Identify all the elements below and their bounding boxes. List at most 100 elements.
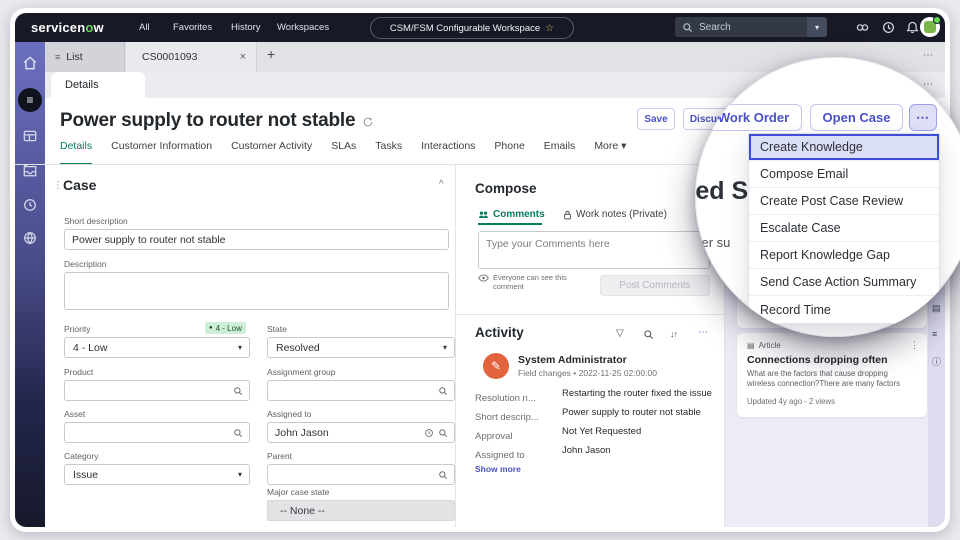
parent-input[interactable] [268, 468, 438, 481]
tab-customer-activity[interactable]: Customer Activity [231, 140, 312, 165]
close-tab-icon[interactable]: × [240, 51, 256, 63]
activity-row-label: Short descrip... [475, 412, 539, 423]
priority-value: 4 - Low [73, 341, 108, 354]
tab-bar-more-icon[interactable]: ⋯ [923, 50, 934, 61]
list-view-icon[interactable]: ≡ [18, 88, 42, 112]
global-search[interactable]: Search ▾ [675, 17, 827, 37]
menu-item-compose-email[interactable]: Compose Email [749, 161, 939, 188]
post-comments-button[interactable]: Post Comments [600, 275, 710, 296]
activity-row-value: Restarting the router fixed the issue [562, 388, 712, 399]
workspace-grid-icon[interactable] [22, 128, 38, 144]
filter-icon[interactable]: ▽ [616, 328, 624, 339]
menu-item-create-knowledge[interactable]: Create Knowledge [749, 134, 939, 161]
nav-item-workspaces[interactable]: Workspaces [277, 22, 329, 33]
recent-clock-icon[interactable] [22, 197, 38, 213]
category-select[interactable]: Issue ▾ [64, 464, 250, 485]
sort-icon[interactable]: ↓↑ [670, 329, 678, 339]
record-tab-label: CS0001093 [142, 51, 198, 63]
lookup-icon[interactable] [438, 428, 448, 438]
show-more-link[interactable]: Show more [475, 464, 521, 474]
work-notes-tab[interactable]: Work notes (Private) [563, 209, 667, 220]
lookup-icon[interactable] [438, 386, 448, 396]
activity-avatar: ✎ [483, 353, 509, 379]
tab-details[interactable]: Details [51, 72, 145, 98]
major-case-state-label: Major case state [267, 487, 330, 497]
assigned-to-field[interactable] [267, 422, 455, 443]
asset-input[interactable] [65, 426, 233, 439]
favorite-star-icon[interactable]: ☆ [545, 23, 554, 34]
help-clock-icon[interactable] [881, 20, 896, 35]
activity-meta: Field changes • 2022-11-25 02:00:00 [518, 368, 657, 378]
recent-clock-icon[interactable] [424, 428, 434, 438]
activity-row-label: Assigned to [475, 450, 525, 461]
lookup-icon[interactable] [233, 428, 243, 438]
title-refresh-icon[interactable] [362, 116, 374, 128]
more-actions-button[interactable]: ⋯ [909, 104, 937, 131]
drag-handle-icon[interactable]: ⋮ [53, 180, 63, 191]
short-description-input[interactable] [65, 233, 448, 246]
activity-more-icon[interactable]: ⋯ [698, 327, 709, 338]
description-input[interactable] [64, 272, 449, 310]
product-input[interactable] [65, 384, 233, 397]
tab-list[interactable]: ≡ List [45, 42, 125, 72]
menu-item-record-time[interactable]: Record Time [749, 296, 939, 323]
tab-emails[interactable]: Emails [544, 140, 576, 165]
panel-more-icon[interactable]: ⋯ [923, 79, 934, 90]
comments-tab-label: Comments [493, 209, 545, 220]
tab-interactions[interactable]: Interactions [421, 140, 475, 165]
assigned-to-input[interactable] [268, 426, 424, 439]
visibility-note-line2: comment [493, 282, 524, 291]
tab-tasks[interactable]: Tasks [375, 140, 402, 165]
tab-record-cs0001093[interactable]: CS0001093 × [126, 42, 257, 72]
collapse-chevron-icon[interactable]: ^ [439, 179, 444, 190]
notifications-bell-icon[interactable] [905, 20, 920, 35]
menu-item-escalate-case[interactable]: Escalate Case [749, 215, 939, 242]
user-avatar[interactable] [920, 16, 941, 37]
priority-select[interactable]: 4 - Low ▾ [64, 337, 250, 358]
article-card[interactable]: ▤ Article ⋮ Connections dropping often W… [737, 333, 927, 417]
nav-item-all[interactable]: All [139, 22, 150, 33]
tab-slas[interactable]: SLAs [331, 140, 356, 165]
search-text-fragment: ver su [695, 235, 731, 250]
assignment-group-field[interactable] [267, 380, 455, 401]
parent-field[interactable] [267, 464, 455, 485]
home-icon[interactable] [22, 55, 38, 71]
article-more-icon[interactable]: ⋮ [910, 340, 919, 351]
open-case-button[interactable]: Open Case [810, 104, 903, 131]
nav-item-favorites[interactable]: Favorites [173, 22, 212, 33]
tab-customer-information[interactable]: Customer Information [111, 140, 212, 165]
dashboard-globe-icon[interactable] [22, 230, 38, 246]
assignment-group-input[interactable] [268, 384, 438, 397]
comment-textarea[interactable] [478, 231, 710, 269]
menu-item-send-case-action-summary[interactable]: Send Case Action Summary [749, 269, 939, 296]
tab-details-form[interactable]: Details [60, 140, 93, 165]
product-field[interactable] [64, 380, 250, 401]
activity-search-icon[interactable] [643, 329, 654, 340]
save-button[interactable]: Save [637, 108, 675, 130]
lookup-icon[interactable] [233, 386, 243, 396]
state-value: Resolved [276, 341, 320, 354]
lookup-icon[interactable] [438, 470, 448, 480]
logo-o: o [85, 20, 94, 35]
add-tab-button[interactable]: + [267, 46, 275, 62]
state-select[interactable]: Resolved ▾ [267, 337, 455, 358]
search-input[interactable]: Search [699, 22, 731, 33]
nav-item-history[interactable]: History [231, 22, 261, 33]
workspace-pill[interactable]: CSM/FSM Configurable Workspace ☆ [370, 17, 574, 39]
tab-phone[interactable]: Phone [494, 140, 524, 165]
servicenow-logo[interactable]: servicenow [31, 20, 104, 35]
rail-list-icon[interactable]: ≡ [932, 329, 937, 339]
search-icon [683, 22, 693, 32]
work-order-button[interactable]: Work Order [705, 104, 802, 131]
rail-info-icon[interactable]: ⓘ [932, 355, 941, 368]
article-title[interactable]: Connections dropping often [747, 354, 888, 366]
search-scope-dropdown[interactable]: ▾ [807, 17, 827, 37]
asset-field[interactable] [64, 422, 250, 443]
tab-more[interactable]: More ▾ [594, 140, 626, 165]
comments-tab[interactable]: Comments [478, 209, 545, 220]
short-description-field[interactable] [64, 229, 449, 250]
connect-chat-icon[interactable] [855, 20, 870, 35]
menu-item-create-post-case-review[interactable]: Create Post Case Review [749, 188, 939, 215]
menu-item-report-knowledge-gap[interactable]: Report Knowledge Gap [749, 242, 939, 269]
assignment-group-label: Assignment group [267, 367, 336, 377]
